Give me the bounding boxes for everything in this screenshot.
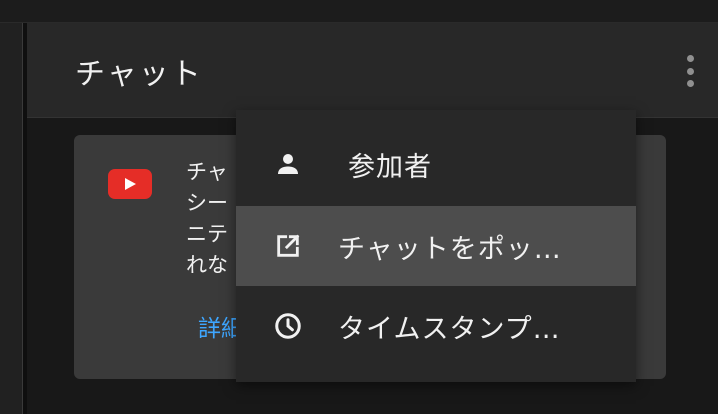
top-bar [0, 0, 718, 23]
clock-icon [272, 310, 304, 342]
chat-title: チャット [75, 57, 203, 92]
menu-item-label: タイムスタンプ… [338, 313, 561, 345]
chat-options-menu: 参加者 チャットをポッ… タイムスタンプ… [236, 110, 636, 382]
menu-item-label: 参加者 [348, 151, 432, 183]
menu-item-participants[interactable]: 参加者 [236, 124, 636, 204]
more-vert-icon-dot [686, 67, 694, 75]
more-vert-icon-dot [686, 80, 694, 87]
more-vert-icon [686, 55, 694, 62]
open-in-new-icon [272, 230, 304, 262]
chat-header: チャット [27, 23, 718, 118]
menu-item-label: チャットをポッ… [338, 233, 562, 265]
menu-item-popout-chat[interactable]: チャットをポッ… [236, 206, 636, 286]
person-icon [272, 148, 304, 180]
video-area-edge [0, 23, 23, 414]
menu-item-toggle-timestamps[interactable]: タイムスタンプ… [236, 286, 636, 366]
more-options-button[interactable] [679, 53, 701, 89]
youtube-logo-icon [108, 169, 152, 199]
